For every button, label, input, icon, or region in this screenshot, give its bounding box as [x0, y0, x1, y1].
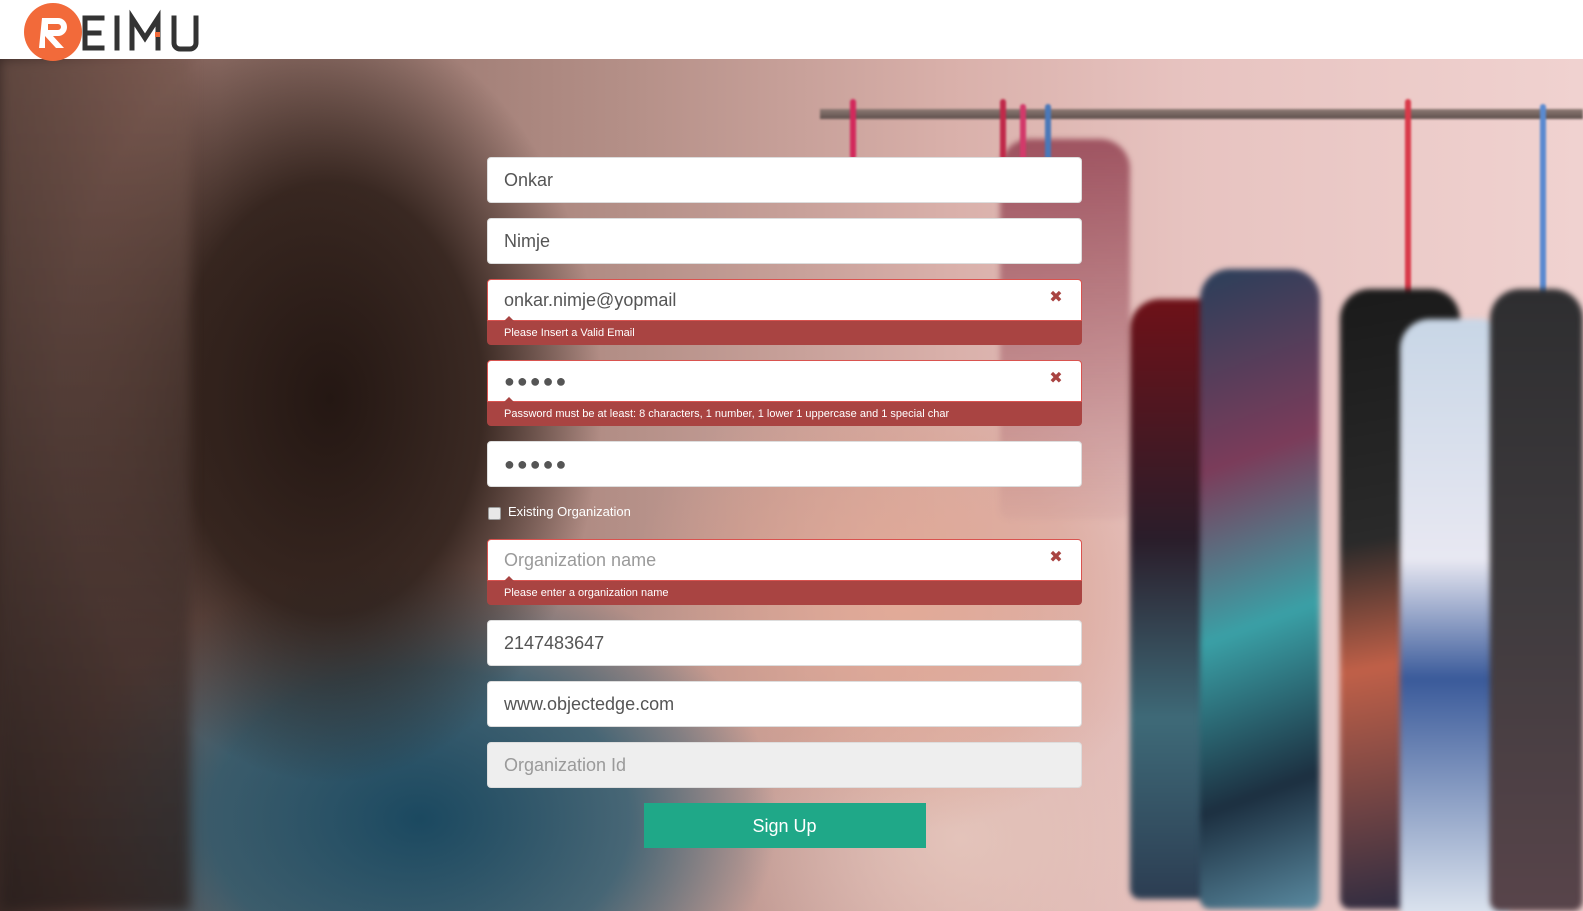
password-input[interactable]: [487, 360, 1082, 402]
existing-organization-row: Existing Organization: [487, 502, 1082, 522]
existing-organization-label[interactable]: Existing Organization: [508, 503, 631, 521]
confirm-password-group: [487, 441, 1082, 487]
reimu-logo[interactable]: [24, 3, 269, 61]
page: ✖ Please Insert a Valid Email ✖ Password…: [0, 0, 1583, 911]
email-error-message: Please Insert a Valid Email: [487, 316, 1082, 345]
error-x-icon: ✖: [1049, 289, 1063, 306]
last-name-input[interactable]: [487, 218, 1082, 264]
organization-name-input[interactable]: [487, 539, 1082, 581]
signup-form: ✖ Please Insert a Valid Email ✖ Password…: [487, 157, 1082, 848]
website-group: [487, 681, 1082, 727]
website-input[interactable]: [487, 681, 1082, 727]
sign-up-button[interactable]: Sign Up: [643, 803, 926, 848]
organization-name-group: ✖ Please enter a organization name: [487, 539, 1082, 605]
existing-organization-checkbox[interactable]: [488, 506, 501, 520]
error-x-icon: ✖: [1049, 549, 1063, 566]
confirm-password-input[interactable]: [487, 441, 1082, 487]
organization-id-group: [487, 742, 1082, 788]
password-group: ✖ Password must be at least: 8 character…: [487, 360, 1082, 426]
phone-input[interactable]: [487, 620, 1082, 666]
error-x-icon: ✖: [1049, 370, 1063, 387]
first-name-input[interactable]: [487, 157, 1082, 203]
first-name-group: [487, 157, 1082, 203]
organization-name-error-message: Please enter a organization name: [487, 576, 1082, 605]
organization-id-input: [487, 742, 1082, 788]
last-name-group: [487, 218, 1082, 264]
phone-group: [487, 620, 1082, 666]
email-group: ✖ Please Insert a Valid Email: [487, 279, 1082, 345]
header: [0, 0, 1583, 61]
email-input[interactable]: [487, 279, 1082, 321]
password-error-message: Password must be at least: 8 characters,…: [487, 397, 1082, 426]
